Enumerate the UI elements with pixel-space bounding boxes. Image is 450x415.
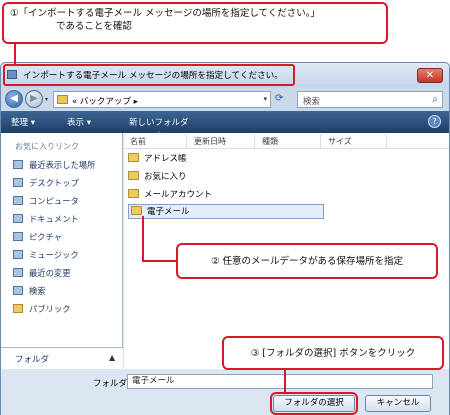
sidebar-item-documents[interactable]: ドキュメント — [13, 213, 79, 225]
callout-1-connector — [14, 44, 16, 64]
search-input[interactable]: 検索 ⌕ — [297, 91, 443, 108]
desktop-icon — [13, 178, 23, 187]
recent-places-icon — [13, 160, 23, 169]
recently-changed-icon — [13, 268, 23, 277]
favorites-header: お気に入りリンク — [15, 142, 79, 151]
callout-3-connector — [284, 370, 286, 394]
column-divider — [386, 134, 387, 148]
search-icon[interactable]: ⌕ — [432, 94, 438, 105]
folder-icon — [128, 189, 139, 198]
sidebar-item-pictures[interactable]: ピクチャ — [13, 231, 62, 243]
list-item-email-selected[interactable]: 電子メール — [128, 204, 324, 219]
column-header-row: ^ 名前 更新日時 種類 サイズ — [124, 131, 449, 149]
refresh-icon[interactable]: ⟳ — [275, 93, 283, 104]
navigation-bar: ◀ ▶ ▾ « バックアップ ▸ ▾ ⟳ 検索 ⌕ — [1, 87, 449, 111]
callout-step-3: ③ [フォルダの選択] ボタンをクリック — [222, 336, 444, 370]
sidebar-item-computer[interactable]: コンピュータ — [13, 195, 79, 207]
folder-icon — [131, 206, 142, 215]
public-folder-icon — [13, 304, 23, 313]
music-icon — [13, 250, 23, 259]
address-bar[interactable]: « バックアップ ▸ ▾ — [53, 91, 271, 108]
column-type[interactable]: 種類 — [262, 136, 278, 147]
sidebar-item-music[interactable]: ミュージック — [13, 249, 79, 261]
sidebar-item-recent-places[interactable]: 最近表示した場所 — [13, 159, 95, 171]
help-icon[interactable]: ? — [428, 115, 441, 128]
folder-field[interactable]: 電子メール — [127, 374, 433, 389]
column-divider — [320, 134, 321, 148]
callout-step-1-line-1: ①「インポートする電子メール メッセージの場所を指定してください。」 — [10, 8, 321, 19]
select-folder-button[interactable]: フォルダの選択 — [270, 392, 358, 415]
close-button[interactable]: ✕ — [417, 68, 443, 83]
favorites-sidebar: お気に入りリンク 最近表示した場所 デスクトップ コンピュータ ドキュメント ピ… — [1, 133, 123, 347]
column-size[interactable]: サイズ — [328, 136, 352, 147]
callout-2-connector — [142, 260, 178, 262]
list-item-address-book[interactable]: アドレス帳 — [128, 152, 187, 167]
new-folder-button[interactable]: 新しいフォルダ — [129, 116, 189, 128]
forward-icon[interactable]: ▶ — [25, 90, 43, 108]
column-name[interactable]: 名前 — [130, 136, 146, 147]
folder-icon — [128, 171, 139, 180]
chevron-up-icon[interactable]: ▲ — [109, 353, 115, 362]
back-icon[interactable]: ◀ — [5, 90, 23, 108]
title-bar: インポートする電子メール メッセージの場所を指定してください。 ✕ — [1, 63, 449, 87]
callout-step-1-line-2: であることを確認 — [56, 21, 132, 32]
cancel-button[interactable]: キャンセル — [365, 395, 431, 412]
folders-toggle[interactable]: フォルダ ▲ — [1, 347, 123, 369]
callout-step-2: ② 任意のメールデータがある保存場所を指定 — [176, 243, 438, 279]
view-button[interactable]: 表示 ▾ — [67, 116, 91, 128]
search-placeholder: 検索 — [303, 97, 321, 107]
dialog-footer: フォルダ: 電子メール フォルダの選択 キャンセル — [1, 369, 449, 415]
address-dropdown-icon[interactable]: ▾ — [263, 95, 267, 103]
documents-icon — [13, 214, 23, 223]
organize-button[interactable]: 整理 ▾ — [11, 116, 35, 128]
searches-icon — [13, 286, 23, 295]
sidebar-item-searches[interactable]: 検索 — [13, 285, 46, 297]
callout-2-connector — [142, 216, 144, 262]
computer-icon — [13, 196, 23, 205]
list-item-favorites[interactable]: お気に入り — [128, 170, 187, 185]
sidebar-item-recently-changed[interactable]: 最近の変更 — [13, 267, 71, 279]
column-divider — [186, 134, 187, 148]
folder-field-label: フォルダ: — [93, 379, 130, 389]
pictures-icon — [13, 232, 23, 241]
list-item-mail-account[interactable]: メールアカウント — [128, 188, 212, 203]
sidebar-item-desktop[interactable]: デスクトップ — [13, 177, 79, 189]
folder-icon — [128, 153, 139, 162]
folder-icon — [57, 95, 68, 104]
folders-label: フォルダ — [15, 355, 50, 365]
column-divider — [254, 134, 255, 148]
history-dropdown-icon[interactable]: ▾ — [45, 96, 48, 103]
command-toolbar: 整理 ▾ 表示 ▾ 新しいフォルダ ? — [1, 111, 449, 133]
address-path: « バックアップ ▸ — [72, 97, 138, 107]
sidebar-item-public[interactable]: パブリック — [13, 303, 71, 315]
sort-indicator-icon: ^ — [156, 131, 162, 139]
title-highlight — [3, 64, 295, 86]
callout-step-1: ①「インポートする電子メール メッセージの場所を指定してください。」 であること… — [2, 2, 388, 44]
column-date-modified[interactable]: 更新日時 — [194, 136, 226, 147]
